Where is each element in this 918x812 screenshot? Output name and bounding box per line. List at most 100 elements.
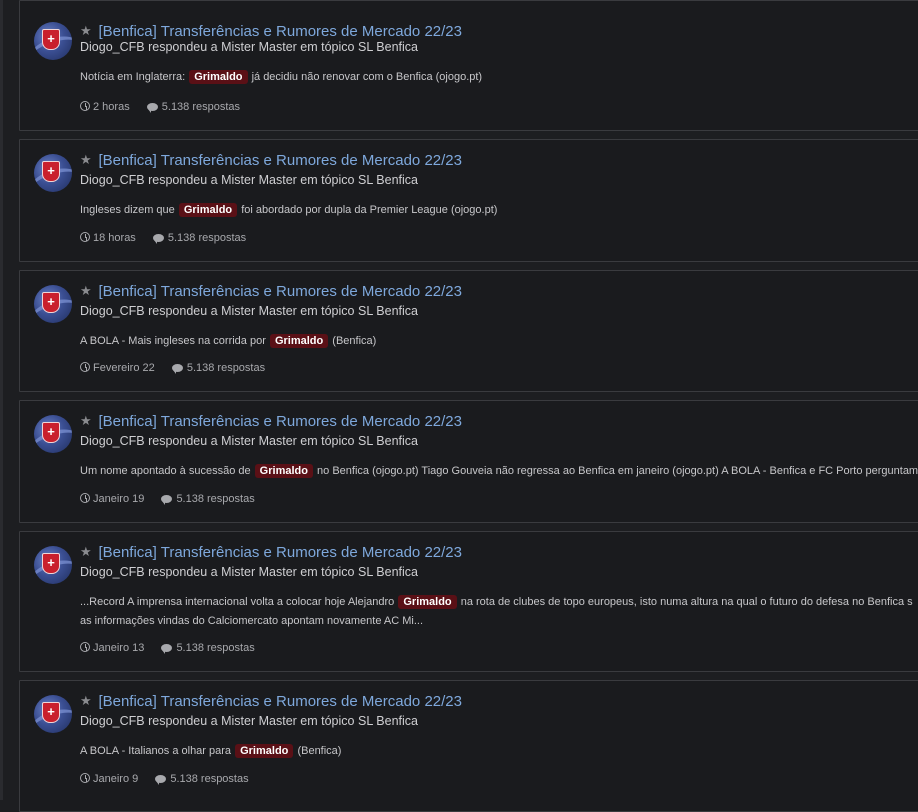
search-highlight: Grimaldo — [254, 464, 313, 478]
user-avatar[interactable]: + — [34, 22, 72, 60]
title-row: ★ [Benfica] Transferências e Rumores de … — [80, 283, 462, 303]
title-row: ★ [Benfica] Transferências e Rumores de … — [80, 152, 462, 172]
reply-count: 5.138 respostas — [171, 362, 266, 374]
topic-title-link[interactable]: [Benfica] Transferências e Rumores de Me… — [98, 413, 462, 430]
target-user-link[interactable]: Mister Master — [221, 40, 297, 54]
clock-icon — [80, 493, 90, 503]
star-icon: ★ — [80, 152, 92, 167]
search-result-card: + ★ [Benfica] Transferências e Rumores d… — [19, 531, 918, 672]
target-user-link[interactable]: Mister Master — [221, 304, 297, 318]
topic-title-link[interactable]: [Benfica] Transferências e Rumores de Me… — [98, 23, 462, 40]
action-text: respondeu a — [148, 304, 218, 318]
post-time[interactable]: Janeiro 13 — [80, 642, 144, 654]
byline: Diogo_CFB respondeu a Mister Master em t… — [80, 173, 418, 187]
post-time[interactable]: Fevereiro 22 — [80, 362, 155, 374]
byline: Diogo_CFB respondeu a Mister Master em t… — [80, 304, 418, 318]
snippet-text: A BOLA - Italianos a olhar para — [80, 745, 235, 757]
forum-link[interactable]: SL Benfica — [358, 173, 418, 187]
clock-icon — [80, 232, 90, 242]
user-avatar[interactable]: + — [34, 154, 72, 192]
target-user-link[interactable]: Mister Master — [221, 714, 297, 728]
benfica-crest-icon: + — [42, 422, 60, 443]
user-avatar[interactable]: + — [34, 546, 72, 584]
reply-count: 5.138 respostas — [146, 101, 241, 113]
forum-link[interactable]: SL Benfica — [358, 434, 418, 448]
reply-count: 5.138 respostas — [155, 773, 249, 785]
snippet-text: Notícia em Inglaterra: — [80, 71, 189, 83]
target-user-link[interactable]: Mister Master — [221, 565, 297, 579]
snippet-text: já decidiu não renovar com o Benfica (oj… — [248, 71, 483, 83]
result-meta: Janeiro 9 5.138 respostas — [80, 773, 263, 785]
search-result-card: + ★ [Benfica] Transferências e Rumores d… — [19, 0, 918, 131]
post-snippet: Notícia em Inglaterra: Grimaldo já decid… — [80, 68, 918, 87]
action-text: respondeu a — [148, 434, 218, 448]
comment-icon — [161, 495, 173, 505]
search-highlight: Grimaldo — [189, 70, 248, 84]
byline: Diogo_CFB respondeu a Mister Master em t… — [80, 714, 418, 728]
topic-title-link[interactable]: [Benfica] Transferências e Rumores de Me… — [98, 152, 462, 169]
target-user-link[interactable]: Mister Master — [221, 173, 297, 187]
in-topic-text: em tópico — [300, 40, 355, 54]
snippet-text: A BOLA - Mais ingleses na corrida por — [80, 335, 269, 347]
post-time[interactable]: Janeiro 9 — [80, 773, 138, 785]
clock-icon — [80, 642, 90, 652]
post-snippet: ...Record A imprensa internacional volta… — [80, 593, 916, 631]
byline: Diogo_CFB respondeu a Mister Master em t… — [80, 565, 418, 579]
action-text: respondeu a — [148, 173, 218, 187]
comment-icon — [146, 103, 158, 113]
title-row: ★ [Benfica] Transferências e Rumores de … — [80, 544, 462, 564]
forum-link[interactable]: SL Benfica — [358, 714, 418, 728]
snippet-text: foi abordado por dupla da Premier League… — [238, 204, 498, 216]
topic-title-link[interactable]: [Benfica] Transferências e Rumores de Me… — [98, 693, 462, 710]
result-meta: Fevereiro 22 5.138 respostas — [80, 362, 279, 374]
in-topic-text: em tópico — [300, 565, 355, 579]
action-text: respondeu a — [148, 40, 218, 54]
star-icon: ★ — [80, 544, 92, 559]
topic-title-link[interactable]: [Benfica] Transferências e Rumores de Me… — [98, 544, 462, 561]
in-topic-text: em tópico — [300, 173, 355, 187]
post-time[interactable]: 2 horas — [80, 101, 130, 113]
forum-link[interactable]: SL Benfica — [358, 304, 418, 318]
reply-count: 5.138 respostas — [152, 232, 246, 244]
post-snippet: A BOLA - Italianos a olhar para Grimaldo… — [80, 742, 918, 761]
author-link[interactable]: Diogo_CFB — [80, 173, 145, 187]
author-link[interactable]: Diogo_CFB — [80, 304, 145, 318]
comment-icon — [161, 644, 173, 654]
replies-text: 5.138 respostas — [176, 642, 255, 654]
comment-icon — [171, 364, 183, 374]
search-highlight: Grimaldo — [178, 203, 238, 217]
star-icon: ★ — [80, 693, 92, 708]
search-highlight: Grimaldo — [398, 595, 457, 609]
snippet-text: Um nome apontado à sucessão de — [80, 465, 254, 477]
comment-icon — [152, 234, 164, 244]
replies-text: 5.138 respostas — [176, 493, 255, 505]
replies-text: 5.138 respostas — [170, 773, 249, 785]
post-time[interactable]: Janeiro 19 — [80, 493, 144, 505]
author-link[interactable]: Diogo_CFB — [80, 40, 145, 54]
forum-link[interactable]: SL Benfica — [358, 40, 418, 54]
forum-link[interactable]: SL Benfica — [358, 565, 418, 579]
time-text: Janeiro 19 — [93, 493, 145, 505]
time-text: Janeiro 13 — [93, 642, 145, 654]
clock-icon — [80, 101, 90, 111]
byline: Diogo_CFB respondeu a Mister Master em t… — [80, 40, 418, 54]
snippet-text: ...Record A imprensa internacional volta… — [80, 596, 398, 608]
target-user-link[interactable]: Mister Master — [221, 434, 297, 448]
topic-title-link[interactable]: [Benfica] Transferências e Rumores de Me… — [98, 283, 462, 300]
user-avatar[interactable]: + — [34, 285, 72, 323]
result-meta: Janeiro 13 5.138 respostas — [80, 642, 269, 654]
replies-text: 5.138 respostas — [161, 101, 241, 113]
time-text: Fevereiro 22 — [93, 362, 155, 374]
author-link[interactable]: Diogo_CFB — [80, 714, 145, 728]
action-text: respondeu a — [148, 714, 218, 728]
replies-text: 5.138 respostas — [186, 362, 266, 374]
author-link[interactable]: Diogo_CFB — [80, 565, 145, 579]
reply-count: 5.138 respostas — [161, 493, 255, 505]
post-snippet: Ingleses dizem que Grimaldo foi abordado… — [80, 201, 918, 220]
user-avatar[interactable]: + — [34, 415, 72, 453]
search-result-card: + ★ [Benfica] Transferências e Rumores d… — [19, 680, 918, 812]
author-link[interactable]: Diogo_CFB — [80, 434, 145, 448]
user-avatar[interactable]: + — [34, 695, 72, 733]
post-time[interactable]: 18 horas — [80, 232, 136, 244]
in-topic-text: em tópico — [300, 434, 355, 448]
